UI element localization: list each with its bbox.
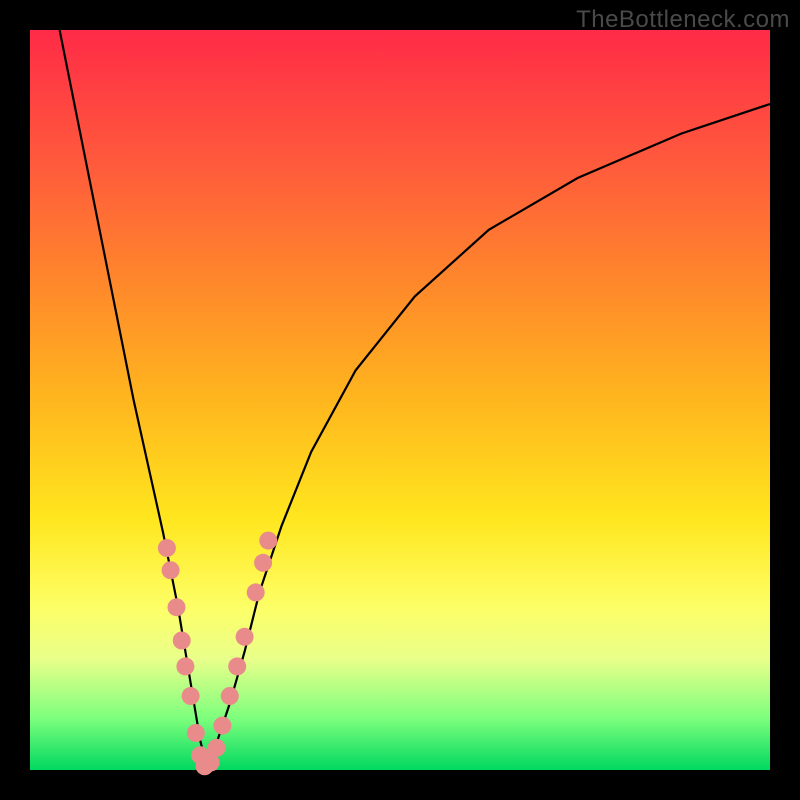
marker-dot: [208, 739, 226, 757]
marker-dot: [259, 532, 277, 550]
watermark-text: TheBottleneck.com: [576, 6, 790, 34]
marker-dot: [176, 657, 194, 675]
marker-dot: [228, 657, 246, 675]
marker-dot: [182, 687, 200, 705]
marker-dot: [221, 687, 239, 705]
marker-dot: [213, 717, 231, 735]
marker-dot: [187, 724, 205, 742]
marker-dot: [236, 628, 254, 646]
chart-frame: TheBottleneck.com: [0, 0, 800, 800]
marker-dot: [168, 598, 186, 616]
marker-dot: [162, 561, 180, 579]
bottleneck-curve: [60, 30, 770, 770]
chart-svg: [30, 30, 770, 770]
marker-dot: [247, 583, 265, 601]
marker-dot: [173, 632, 191, 650]
marker-dot: [254, 554, 272, 572]
marker-dot: [158, 539, 176, 557]
